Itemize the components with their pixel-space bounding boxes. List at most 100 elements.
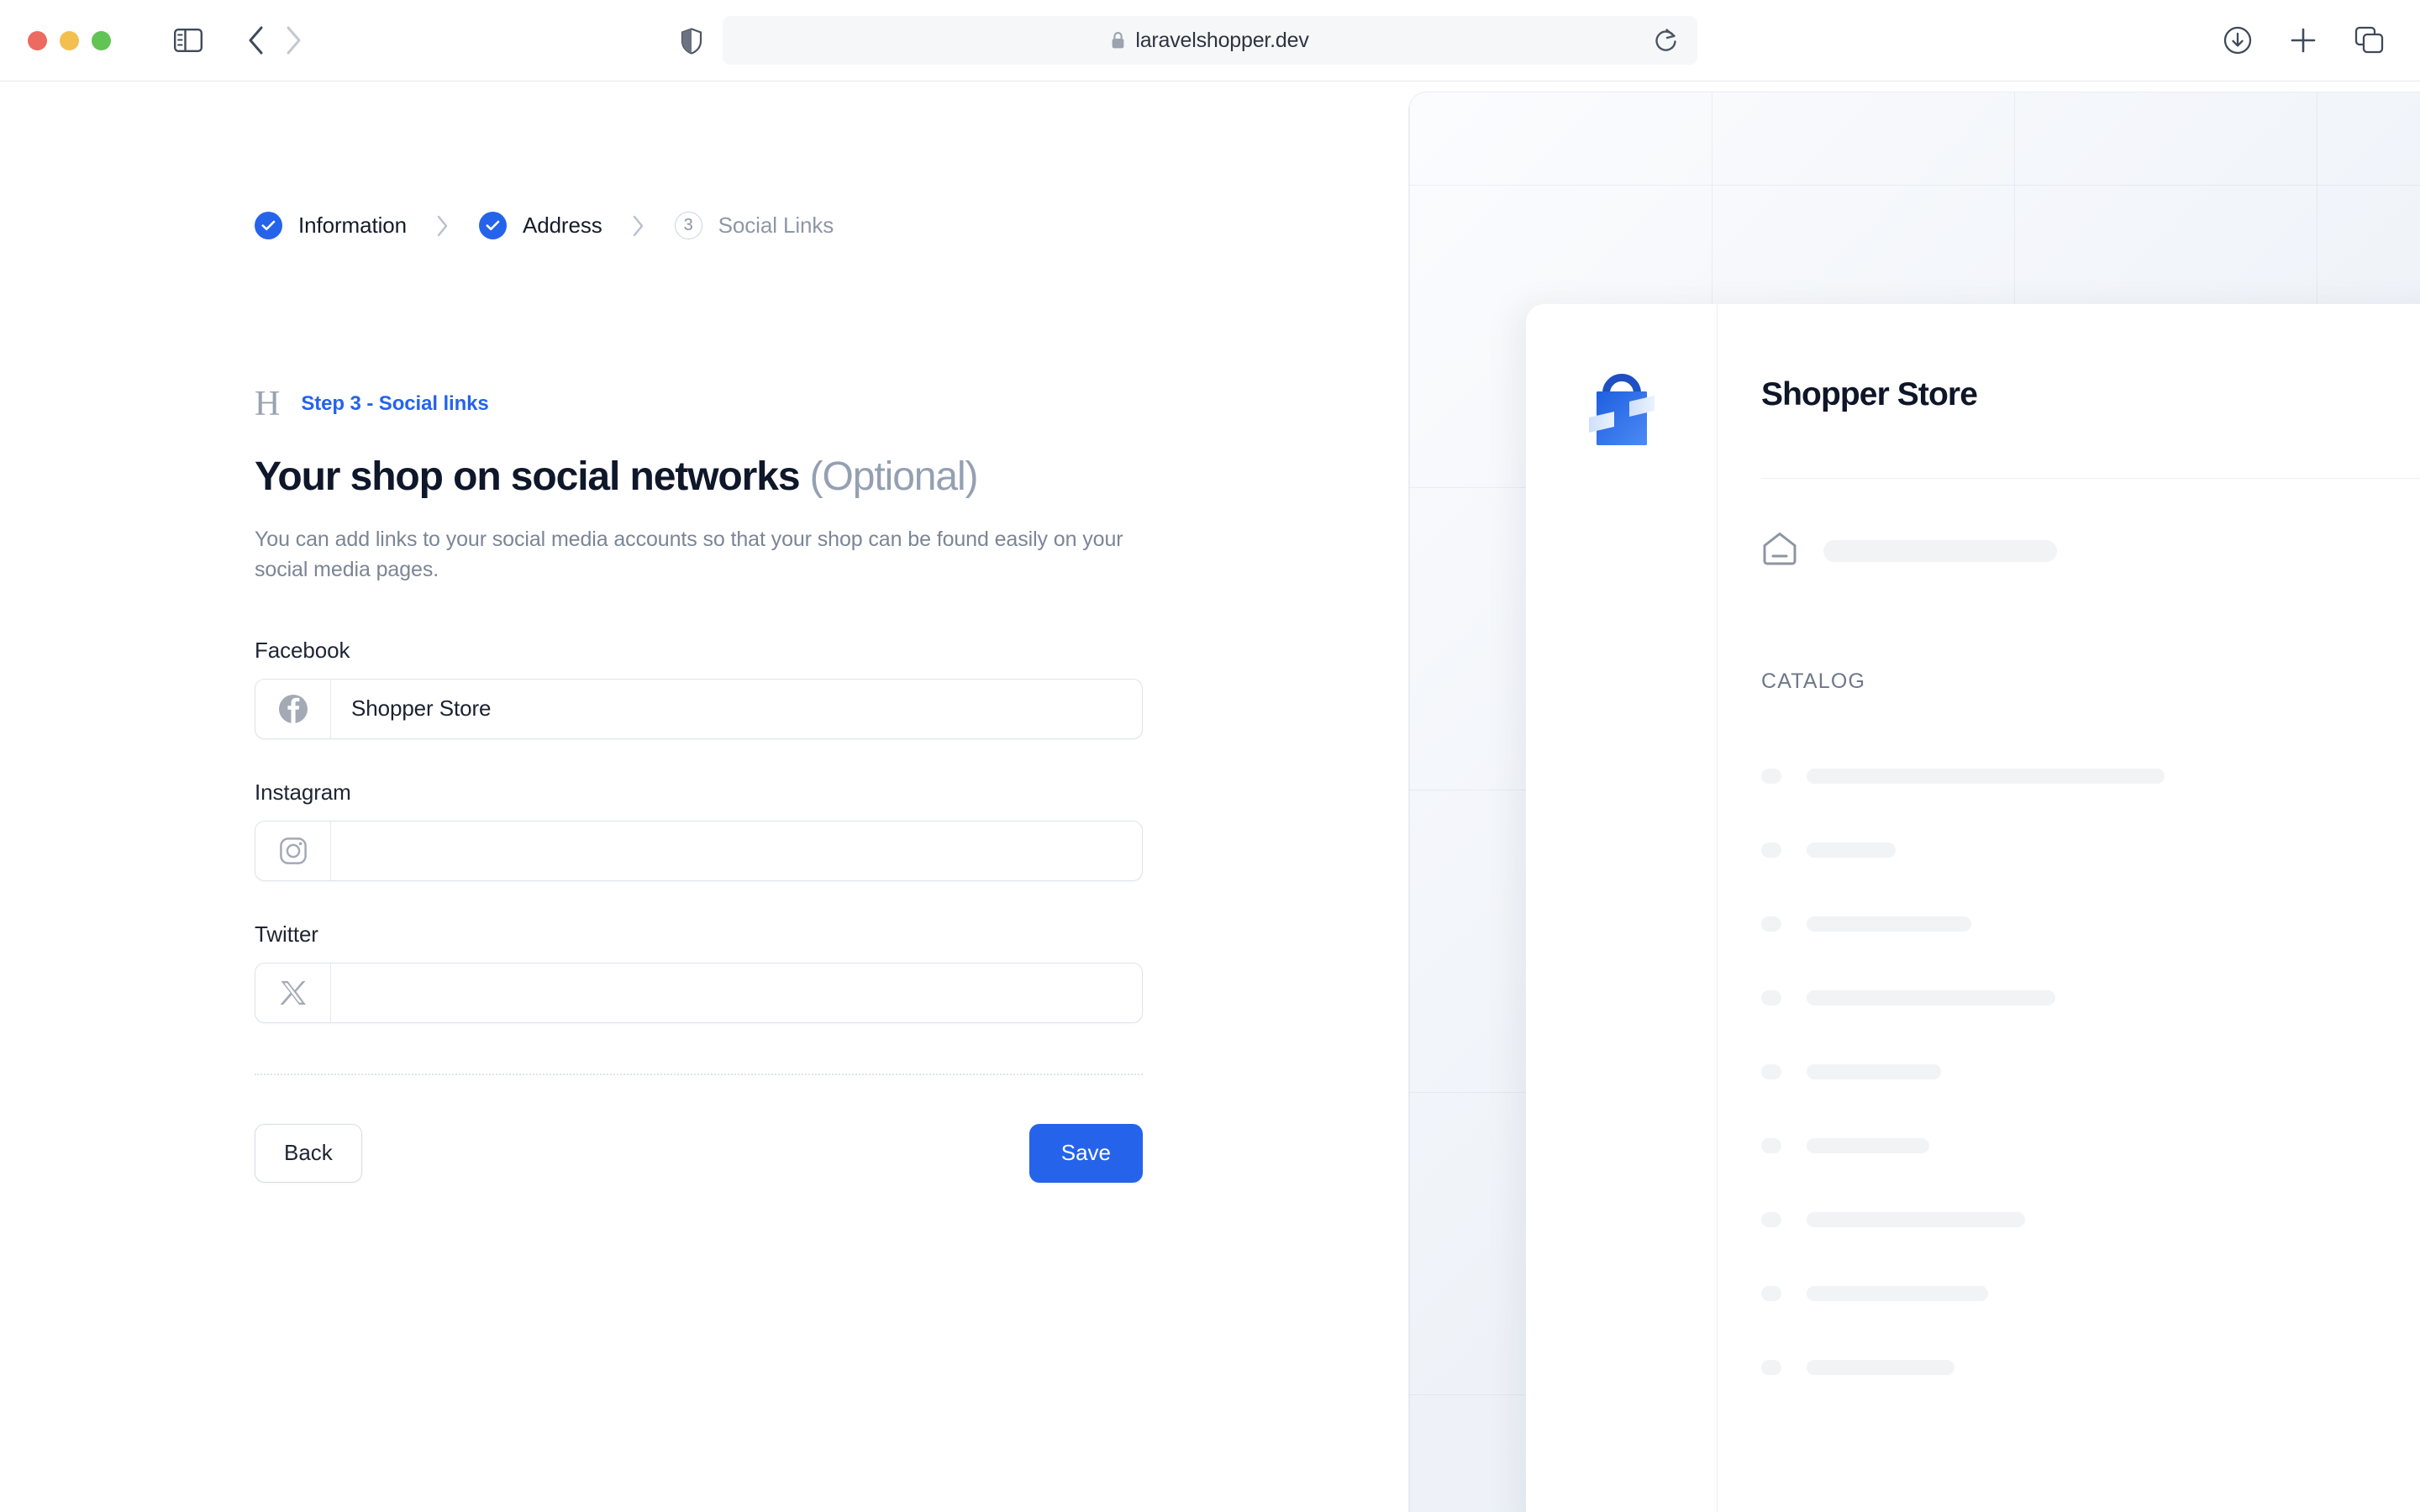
list-item-skeleton [1807,769,2165,784]
list-item-bullet [1761,1286,1781,1301]
page-description: You can add links to your social media a… [255,528,1123,582]
save-button[interactable]: Save [1028,1123,1143,1183]
list-item[interactable] [1761,1257,2420,1331]
list-item-skeleton [1807,1138,1929,1153]
list-item[interactable] [1761,813,2420,887]
shield-icon[interactable] [681,28,702,59]
list-item[interactable] [1761,1109,2420,1183]
pillar-h-icon: H [255,385,281,423]
list-item-skeleton [1807,990,2055,1005]
facebook-input[interactable] [331,679,1142,738]
field-label-instagram: Instagram [255,779,351,805]
address-bar-content: laravelshopper.dev [1111,28,1309,53]
check-circle-icon [255,212,282,239]
list-item-skeleton [1807,1286,1988,1301]
input-group-facebook[interactable] [255,678,1143,739]
store-preview-rail [1526,304,1718,1512]
window-traffic-lights [28,30,111,50]
toolbar-right-actions [2223,26,2385,55]
store-preview-card: Shopper Store CATALOG [1526,304,2420,1512]
zoom-window-button[interactable] [92,30,111,50]
browser-window: laravelshopper.dev Information Address 3… [0,0,2420,1512]
facebook-icon [255,679,331,738]
list-item-bullet [1761,1064,1781,1079]
instagram-input[interactable] [331,821,1142,880]
x-twitter-icon [255,963,331,1022]
stepper-step-address[interactable]: Address [478,212,602,239]
list-item[interactable] [1761,739,2420,813]
reload-icon[interactable] [1654,27,1679,54]
field-instagram: Instagram [255,780,1408,881]
list-item[interactable] [1761,1035,2420,1109]
stepper-step-social-links[interactable]: 3 Social Links [674,212,834,239]
store-nav-home-skeleton [1823,539,2057,562]
onboarding-form-column: Information Address 3 Social Links H Ste… [0,81,1408,1512]
catalog-section-label: CATALOG [1761,669,1866,693]
address-bar-region: laravelshopper.dev [681,16,1697,65]
list-item-skeleton [1807,916,1971,932]
list-item-bullet [1761,843,1781,858]
back-button[interactable]: Back [255,1123,362,1183]
list-item-bullet [1761,1360,1781,1375]
list-item-skeleton [1807,843,1896,858]
field-label-facebook: Facebook [255,637,350,663]
list-item-bullet [1761,1138,1781,1153]
field-facebook: Facebook [255,638,1408,739]
list-item[interactable] [1761,961,2420,1035]
list-item-skeleton [1807,1212,2025,1227]
list-item-skeleton [1807,1064,1941,1079]
home-icon [1761,531,1798,570]
store-preview-column: Shopper Store CATALOG [1408,81,2420,1512]
store-nav-home-row[interactable] [1761,531,2420,570]
page-title-main: Your shop on social networks [255,454,801,499]
instagram-icon [255,821,331,880]
sidebar-toggle-icon[interactable] [174,29,203,52]
close-window-button[interactable] [28,30,47,50]
browser-toolbar: laravelshopper.dev [0,0,2420,81]
lock-icon [1111,31,1125,50]
twitter-input[interactable] [331,963,1142,1022]
url-text: laravelshopper.dev [1135,28,1309,52]
chevron-left-icon[interactable] [247,26,266,55]
address-bar[interactable]: laravelshopper.dev [723,16,1697,65]
stepper-step-information[interactable]: Information [255,212,407,239]
check-circle-icon [478,212,507,239]
store-preview-main: Shopper Store CATALOG [1718,304,2420,1512]
stepper-label-social-links: Social Links [718,213,834,238]
page-title: Your shop on social networks (Optional) [255,454,1408,500]
step-eyebrow: H Step 3 - Social links [255,386,1408,422]
list-item-bullet [1761,1212,1781,1227]
social-links-fields: Facebook Instagram [255,638,1408,1023]
chevron-right-icon [284,26,302,55]
stepper-label-address: Address [522,213,602,238]
list-item-bullet [1761,769,1781,784]
page-title-optional: (Optional) [809,454,979,499]
list-item-bullet [1761,990,1781,1005]
field-twitter: Twitter [255,921,1408,1023]
input-group-twitter[interactable] [255,962,1143,1023]
catalog-skeleton-list [1761,739,2420,1404]
navigation-buttons [247,26,302,55]
list-item[interactable] [1761,1331,2420,1404]
step-number-badge: 3 [674,212,702,239]
field-label-twitter: Twitter [255,921,318,947]
list-item[interactable] [1761,887,2420,961]
minimize-window-button[interactable] [60,30,79,50]
download-icon[interactable] [2223,26,2252,55]
stepper-label-information: Information [298,213,407,238]
wizard-stepper: Information Address 3 Social Links [255,212,1408,239]
list-item-skeleton [1807,1360,1954,1375]
plus-icon[interactable] [2289,26,2317,55]
shopper-bag-logo-icon [1588,370,1655,447]
step-eyebrow-text: Step 3 - Social links [301,392,489,415]
list-item[interactable] [1761,1183,2420,1257]
store-title: Shopper Store [1761,376,1978,412]
list-item-bullet [1761,916,1781,932]
form-actions: Back Save [255,1123,1143,1183]
input-group-instagram[interactable] [255,820,1143,881]
store-preview-divider [1761,478,2420,479]
tab-overview-icon[interactable] [2354,26,2385,55]
stepper-separator-icon [436,215,450,237]
page-body: Information Address 3 Social Links H Ste… [0,81,2420,1512]
form-divider [255,1073,1143,1075]
